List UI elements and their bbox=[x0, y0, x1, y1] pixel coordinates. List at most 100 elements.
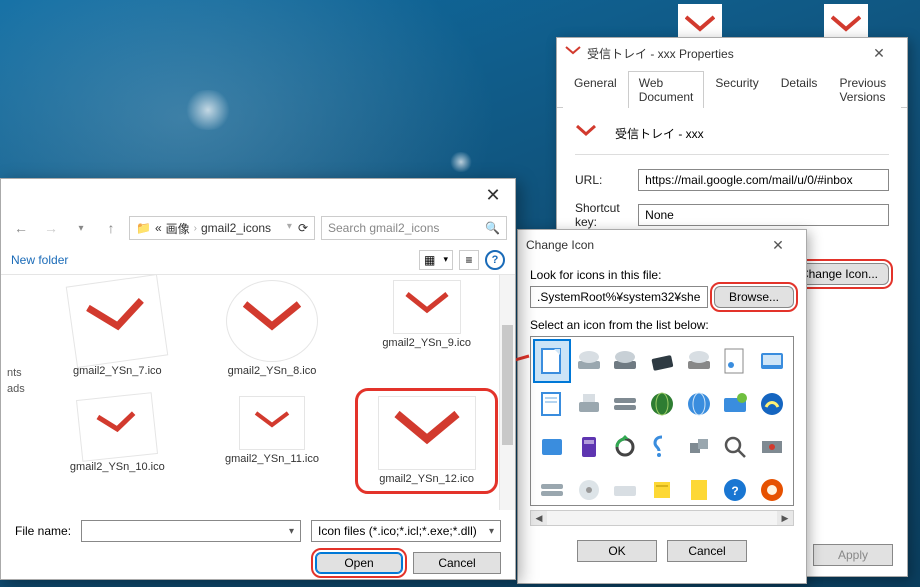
apply-button[interactable]: Apply bbox=[813, 544, 893, 566]
window-icon bbox=[565, 45, 581, 61]
nav-forward-icon[interactable]: → bbox=[39, 216, 63, 240]
properties-tabs: General Web Document Security Details Pr… bbox=[557, 70, 907, 108]
file-item[interactable]: gmail2_YSn_10.ico bbox=[55, 397, 180, 485]
system-icon[interactable] bbox=[535, 341, 569, 381]
system-icon[interactable] bbox=[645, 384, 679, 424]
view-icons-button[interactable]: ▦▾ bbox=[419, 250, 453, 270]
properties-titlebar[interactable]: 受信トレイ - xxx Properties ✕ bbox=[557, 38, 907, 68]
file-item[interactable]: gmail2_YSn_7.ico bbox=[55, 281, 180, 377]
open-toolbar: New folder ▦▾ ≡ ? bbox=[1, 245, 515, 275]
file-item[interactable]: gmail2_YSn_8.ico bbox=[210, 281, 335, 377]
wallpaper-detail bbox=[446, 152, 476, 172]
file-name: gmail2_YSn_7.ico bbox=[55, 365, 180, 377]
scroll-right-icon[interactable]: ▶ bbox=[777, 511, 793, 525]
system-icon[interactable] bbox=[755, 427, 789, 467]
system-icon[interactable] bbox=[755, 341, 789, 381]
file-name-input[interactable]: ▾ bbox=[81, 520, 301, 542]
sidebar-item[interactable]: ads bbox=[1, 381, 45, 397]
system-icon[interactable] bbox=[572, 427, 606, 467]
system-icon[interactable] bbox=[719, 341, 753, 381]
chevron-down-icon[interactable]: ▾ bbox=[489, 526, 494, 537]
scroll-left-icon[interactable]: ◀ bbox=[531, 511, 547, 525]
icon-path-input[interactable] bbox=[530, 286, 708, 308]
system-icon[interactable] bbox=[572, 341, 606, 381]
system-icon[interactable] bbox=[608, 427, 642, 467]
system-icon[interactable] bbox=[682, 470, 716, 506]
close-button[interactable]: ✕ bbox=[471, 179, 515, 211]
system-icon[interactable] bbox=[719, 384, 753, 424]
open-file-dialog: ✕ ← → ▾ ↑ 📁 « 画像 › gmail2_icons ▾ ⟳ Sear… bbox=[0, 178, 516, 580]
file-item[interactable]: gmail2_YSn_11.ico bbox=[210, 397, 335, 485]
tab-general[interactable]: General bbox=[563, 71, 628, 108]
tab-previous-versions[interactable]: Previous Versions bbox=[828, 71, 901, 108]
nav-up-icon[interactable]: ↑ bbox=[99, 216, 123, 240]
icon-list-scrollbar[interactable]: ◀ ▶ bbox=[530, 510, 794, 526]
system-icon[interactable] bbox=[608, 341, 642, 381]
system-icon[interactable] bbox=[645, 341, 679, 381]
crumb-folder[interactable]: gmail2_icons bbox=[201, 221, 271, 235]
wallpaper-detail bbox=[178, 90, 238, 130]
ok-button[interactable]: OK bbox=[577, 540, 657, 562]
open-button[interactable]: Open bbox=[315, 552, 403, 574]
close-button[interactable]: ✕ bbox=[859, 39, 899, 67]
system-icon[interactable] bbox=[682, 427, 716, 467]
cancel-button[interactable]: Cancel bbox=[413, 552, 501, 574]
search-input[interactable]: Search gmail2_icons 🔍 bbox=[321, 216, 507, 240]
file-item[interactable]: gmail2_YSn_9.ico bbox=[364, 281, 489, 377]
system-icon[interactable] bbox=[755, 384, 789, 424]
gmail-icon bbox=[96, 410, 139, 444]
scroll-track[interactable] bbox=[547, 511, 777, 525]
change-icon-dialog: Change Icon ✕ Look for icons in this fil… bbox=[517, 229, 807, 584]
system-icon[interactable] bbox=[645, 470, 679, 506]
tab-web-document[interactable]: Web Document bbox=[628, 71, 705, 108]
nav-history-icon[interactable]: ▾ bbox=[69, 216, 93, 240]
help-icon[interactable]: ? bbox=[485, 250, 505, 270]
tab-details[interactable]: Details bbox=[770, 71, 829, 108]
nav-back-icon[interactable]: ← bbox=[9, 216, 33, 240]
file-name: gmail2_YSn_12.ico bbox=[364, 473, 489, 485]
gmail-icon bbox=[405, 291, 449, 323]
file-list[interactable]: gmail2_YSn_7.ico gmail2_YSn_8.ico gmail2… bbox=[45, 275, 499, 510]
shortcut-key-input[interactable] bbox=[638, 204, 889, 226]
chevron-down-icon[interactable]: ▾ bbox=[289, 526, 294, 537]
system-icon[interactable] bbox=[645, 427, 679, 467]
system-icon[interactable] bbox=[535, 427, 569, 467]
chevron-right-icon: › bbox=[194, 223, 197, 234]
close-button[interactable]: ✕ bbox=[758, 231, 798, 259]
url-label: URL: bbox=[575, 173, 638, 187]
sidebar-item[interactable]: nts bbox=[1, 365, 45, 381]
tab-security[interactable]: Security bbox=[704, 71, 769, 108]
svg-text:?: ? bbox=[732, 484, 739, 498]
system-icon[interactable] bbox=[719, 427, 753, 467]
breadcrumb[interactable]: 📁 « 画像 › gmail2_icons ▾ ⟳ bbox=[129, 216, 315, 240]
view-list-button[interactable]: ≡ bbox=[459, 250, 479, 270]
url-input[interactable] bbox=[638, 169, 889, 191]
file-item-selected[interactable]: gmail2_YSn_12.ico bbox=[364, 397, 489, 485]
system-icon[interactable] bbox=[682, 341, 716, 381]
browse-button[interactable]: Browse... bbox=[714, 286, 794, 308]
system-icon[interactable] bbox=[608, 470, 642, 506]
crumb-images[interactable]: 画像 bbox=[166, 220, 190, 237]
file-name-label: File name: bbox=[15, 524, 71, 538]
system-icon[interactable] bbox=[608, 384, 642, 424]
cancel-button[interactable]: Cancel bbox=[667, 540, 747, 562]
scrollbar-thumb[interactable] bbox=[502, 325, 513, 445]
system-icon[interactable] bbox=[682, 384, 716, 424]
change-icon-title: Change Icon bbox=[526, 238, 594, 252]
system-icon[interactable] bbox=[572, 384, 606, 424]
file-list-scrollbar[interactable] bbox=[499, 275, 515, 510]
system-icon[interactable] bbox=[755, 470, 789, 506]
search-placeholder: Search gmail2_icons bbox=[328, 221, 439, 235]
change-icon-titlebar[interactable]: Change Icon ✕ bbox=[518, 230, 806, 260]
system-icon[interactable] bbox=[572, 470, 606, 506]
refresh-icon[interactable]: ⟳ bbox=[298, 221, 308, 235]
shortcut-key-label: Shortcut key: bbox=[575, 201, 638, 229]
system-icon[interactable] bbox=[535, 470, 569, 506]
chevron-down-icon[interactable]: ▾ bbox=[287, 221, 292, 235]
system-icon[interactable] bbox=[535, 384, 569, 424]
system-icon[interactable]: ? bbox=[719, 470, 753, 506]
file-type-filter[interactable]: Icon files (*.ico;*.icl;*.exe;*.dll) ▾ bbox=[311, 520, 501, 542]
icon-list[interactable]: ? bbox=[530, 336, 794, 506]
open-titlebar[interactable]: ✕ bbox=[1, 179, 515, 211]
new-folder-button[interactable]: New folder bbox=[11, 253, 68, 267]
